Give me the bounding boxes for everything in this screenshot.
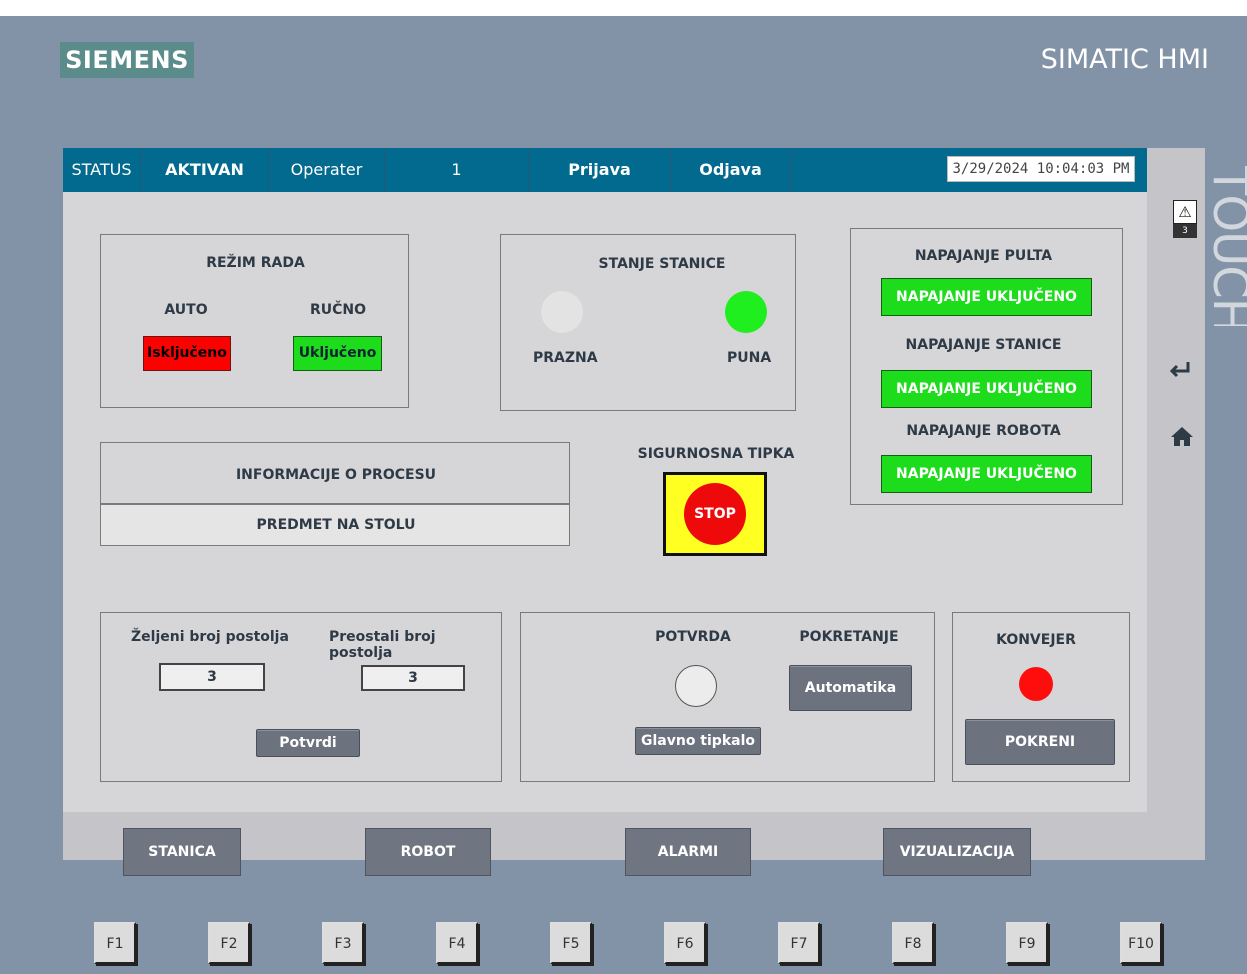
manual-state-indicator[interactable]: Uključeno	[293, 336, 382, 371]
datetime-display: 3/29/2024 10:04:03 PM	[947, 156, 1135, 182]
mode-title: REŽIM RADA	[206, 255, 305, 271]
conveyor-title: KONVEJER	[996, 632, 1076, 648]
work-area: REŽIM RADA AUTO RUČNO Isključeno Uključe…	[63, 192, 1147, 812]
function-key-f1[interactable]: F1	[94, 922, 136, 964]
alarm-indicator[interactable]: ⚠ 3	[1173, 200, 1199, 240]
nav-visualization-button[interactable]: VIZUALIZACIJA	[883, 828, 1031, 876]
mode-panel: REŽIM RADA AUTO RUČNO Isključeno Uključe…	[100, 234, 409, 408]
function-key-f5[interactable]: F5	[550, 922, 592, 964]
stand-count-panel: Željeni broj postolja Preostali broj pos…	[100, 612, 502, 782]
process-info-message: PREDMET NA STOLU	[256, 517, 416, 533]
status-bar: STATUS AKTIVAN Operater 1 Prijava Odjava…	[63, 148, 1147, 192]
power-station-title: NAPAJANJE STANICE	[905, 337, 1062, 353]
power-panel: NAPAJANJE PULTA NAPAJANJE UKLJUČENO NAPA…	[850, 228, 1123, 505]
nav-alarms-button[interactable]: ALARMI	[625, 828, 751, 876]
status-label: STATUS	[63, 148, 141, 192]
desired-count-input[interactable]: 3	[159, 663, 265, 691]
process-info-title: INFORMACIJE O PROCESU	[235, 467, 437, 483]
function-key-f7[interactable]: F7	[778, 922, 820, 964]
login-button[interactable]: Prijava	[529, 148, 671, 192]
status-value: AKTIVAN	[141, 148, 269, 192]
remaining-count-label: Preostali broj postolja	[329, 629, 436, 661]
manual-label: RUČNO	[309, 302, 367, 318]
auto-label: AUTO	[164, 302, 208, 318]
process-info-message-box: PREDMET NA STOLU	[100, 504, 570, 546]
station-state-title: STANJE STANICE	[598, 256, 726, 272]
start-title: POKRETANJE	[799, 629, 899, 645]
conveyor-start-button[interactable]: POKRENI	[965, 719, 1115, 765]
desired-count-label: Željeni broj postolja	[131, 629, 289, 645]
emergency-stop-button[interactable]: STOP	[663, 472, 767, 556]
function-key-f3[interactable]: F3	[322, 922, 364, 964]
confirm-title: POTVRDA	[655, 629, 731, 645]
full-label: PUNA	[727, 350, 772, 366]
nav-robot-button[interactable]: ROBOT	[365, 828, 491, 876]
automatic-button[interactable]: Automatika	[789, 665, 912, 711]
touch-label: TOUCH	[1208, 166, 1247, 326]
safety-title: SIGURNOSNA TIPKA	[637, 446, 795, 462]
start-panel: POTVRDA POKRETANJE Automatika Glavno tip…	[520, 612, 935, 782]
stop-label: STOP	[684, 483, 746, 545]
power-robot-indicator[interactable]: NAPAJANJE UKLJUČENO	[881, 455, 1092, 493]
conveyor-indicator-lamp	[1019, 667, 1053, 701]
nav-station-button[interactable]: STANICA	[123, 828, 241, 876]
function-key-f8[interactable]: F8	[892, 922, 934, 964]
enter-arrow-icon[interactable]	[1160, 356, 1200, 380]
function-key-f9[interactable]: F9	[1006, 922, 1048, 964]
product-name: SIMATIC HMI	[1040, 44, 1209, 75]
confirm-indicator-lamp	[675, 665, 717, 707]
power-robot-title: NAPAJANJE ROBOTA	[906, 423, 1061, 439]
power-console-title: NAPAJANJE PULTA	[914, 248, 1053, 264]
home-icon[interactable]	[1169, 424, 1195, 448]
function-key-f4[interactable]: F4	[436, 922, 478, 964]
station-state-panel: STANJE STANICE PRAZNA PUNA	[500, 234, 796, 411]
process-info-panel: INFORMACIJE O PROCESU	[100, 442, 570, 504]
function-key-f10[interactable]: F10	[1120, 922, 1162, 964]
empty-indicator-lamp	[541, 291, 583, 333]
auto-state-indicator[interactable]: Isključeno	[143, 336, 231, 371]
operator-value: 1	[385, 148, 529, 192]
hmi-frame: SIEMENS SIMATIC HMI TOUCH STATUS AKTIVAN…	[0, 16, 1247, 974]
full-indicator-lamp	[725, 291, 767, 333]
confirm-button[interactable]: Potvrdi	[256, 729, 360, 757]
warning-triangle-icon: ⚠	[1173, 200, 1197, 224]
conveyor-panel: KONVEJER POKRENI	[952, 612, 1130, 782]
alarm-count: 3	[1173, 224, 1197, 238]
remaining-count-display: 3	[361, 665, 465, 691]
power-console-indicator[interactable]: NAPAJANJE UKLJUČENO	[881, 278, 1092, 316]
hmi-screen: STATUS AKTIVAN Operater 1 Prijava Odjava…	[63, 148, 1205, 876]
main-switch-button[interactable]: Glavno tipkalo	[635, 727, 761, 755]
operator-label: Operater	[269, 148, 385, 192]
empty-label: PRAZNA	[533, 350, 598, 366]
power-station-indicator[interactable]: NAPAJANJE UKLJUČENO	[881, 370, 1092, 408]
function-key-f2[interactable]: F2	[208, 922, 250, 964]
logout-button[interactable]: Odjava	[671, 148, 791, 192]
function-key-f6[interactable]: F6	[664, 922, 706, 964]
siemens-logo: SIEMENS	[60, 42, 194, 78]
